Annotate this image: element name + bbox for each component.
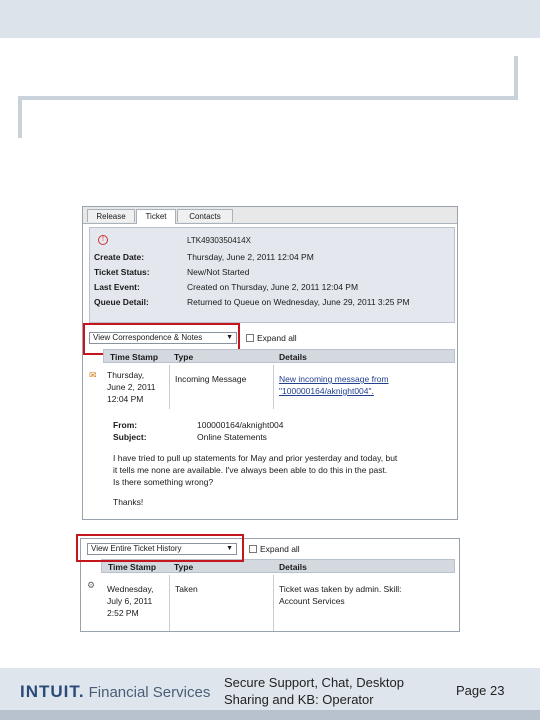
highlight-box — [76, 534, 244, 562]
from-value: 100000164/aknight004 — [197, 420, 284, 430]
column-header-time-stamp[interactable]: Time Stamp — [110, 352, 158, 362]
field-label: Ticket Status: — [94, 267, 150, 277]
table-header: Time Stamp Type Details — [103, 349, 455, 363]
details-line: New incoming message from — [279, 374, 389, 384]
row-time-stamp: Wednesday, July 6, 2011 2:52 PM — [107, 583, 153, 619]
slide-top-band — [0, 0, 540, 38]
info-row-queue-detail: Queue Detail: Returned to Queue on Wedne… — [94, 297, 454, 311]
row-type: Taken — [175, 584, 198, 594]
from-label: From: — [113, 420, 138, 430]
row-type: Incoming Message — [175, 374, 247, 384]
message-text-line: I have tried to pull up statements for M… — [113, 453, 398, 463]
subject-value: Online Statements — [197, 432, 267, 442]
time-line: 2:52 PM — [107, 608, 139, 618]
tab-contacts[interactable]: Contacts — [177, 209, 233, 222]
page-number: Page 23 — [456, 683, 505, 698]
expand-all-label: Expand all — [257, 333, 297, 343]
time-line: Wednesday, — [107, 584, 154, 594]
decorative-line — [18, 96, 518, 100]
message-text-line: it tells me none are available. I've alw… — [113, 465, 388, 475]
expand-all-label: Expand all — [260, 544, 300, 554]
subject-line: Subject: Online Statements — [113, 431, 453, 443]
message-signoff: Thanks! — [113, 497, 144, 507]
column-header-type[interactable]: Type — [174, 352, 193, 362]
field-label: Last Event: — [94, 282, 140, 292]
logo-brand: INTUIT. — [20, 682, 85, 701]
ticket-status-icon: ! — [98, 235, 108, 245]
expand-all-checkbox[interactable] — [249, 545, 257, 553]
column-divider — [169, 575, 170, 631]
field-value: New/Not Started — [187, 267, 250, 277]
ticket-id: LTK4930350414X — [187, 236, 251, 245]
tab-bar: Release Ticket Contacts — [83, 207, 457, 224]
field-label: Create Date: — [94, 252, 145, 262]
field-value: Created on Thursday, June 2, 2011 12:04 … — [187, 282, 359, 292]
subject-label: Subject: — [113, 432, 147, 442]
column-divider — [273, 365, 274, 409]
details-line: Account Services — [279, 596, 345, 606]
footer-strip — [0, 710, 540, 720]
message-body: From: 100000164/aknight004 Subject: Onli… — [113, 419, 453, 508]
ticket-info-panel: ! LTK4930350414X Create Date: Thursday, … — [89, 227, 455, 323]
history-event-icon: ⚙ — [87, 580, 96, 590]
column-divider — [169, 365, 170, 409]
intuit-financial-services-logo: INTUIT. Financial Services — [20, 682, 210, 702]
row-time-stamp: Thursday, June 2, 2011 12:04 PM — [107, 369, 156, 405]
info-row-create-date: Create Date: Thursday, June 2, 2011 12:0… — [94, 252, 454, 266]
column-divider — [273, 575, 274, 631]
column-header-details[interactable]: Details — [279, 352, 307, 362]
time-line: July 6, 2011 — [107, 596, 153, 606]
message-envelope-icon: ✉ — [89, 370, 97, 380]
tab-ticket[interactable]: Ticket — [136, 209, 176, 224]
details-line: "100000164/aknight004". — [279, 386, 374, 396]
decorative-line — [514, 56, 518, 100]
time-line: Thursday, — [107, 370, 145, 380]
column-header-time-stamp[interactable]: Time Stamp — [108, 562, 156, 572]
decorative-line — [18, 96, 22, 138]
time-line: June 2, 2011 — [107, 382, 156, 392]
column-header-type[interactable]: Type — [174, 562, 193, 572]
field-label: Queue Detail: — [94, 297, 149, 307]
row-details: Ticket was taken by admin. Skill: Accoun… — [279, 583, 402, 607]
tab-release[interactable]: Release — [87, 209, 135, 222]
expand-all-checkbox[interactable] — [246, 334, 254, 342]
field-value: Thursday, June 2, 2011 12:04 PM — [187, 252, 314, 262]
details-line: Ticket was taken by admin. Skill: — [279, 584, 402, 594]
field-value: Returned to Queue on Wednesday, June 29,… — [187, 297, 410, 307]
info-row-ticket-status: Ticket Status: New/Not Started — [94, 267, 454, 281]
from-line: From: 100000164/aknight004 — [113, 419, 453, 431]
footer-title: Secure Support, Chat, Desktop Sharing an… — [224, 675, 404, 707]
info-row-last-event: Last Event: Created on Thursday, June 2,… — [94, 282, 454, 296]
message-text-line: Is there something wrong? — [113, 477, 214, 487]
ticket-details-screenshot: Release Ticket Contacts ! LTK4930350414X… — [82, 206, 458, 520]
column-header-details[interactable]: Details — [279, 562, 307, 572]
message-details-link[interactable]: New incoming message from "100000164/akn… — [279, 373, 389, 397]
logo-suffix: Financial Services — [88, 684, 211, 701]
time-line: 12:04 PM — [107, 394, 144, 404]
